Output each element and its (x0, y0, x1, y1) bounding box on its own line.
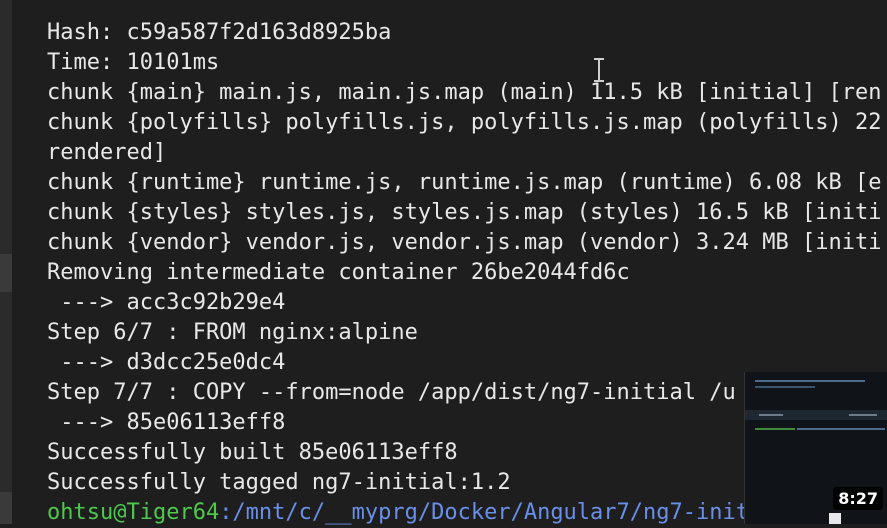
terminal-line: chunk {vendor} vendor.js, vendor.js.map … (47, 230, 882, 255)
left-gutter (0, 0, 12, 524)
terminal-line: ---> acc3c92b29e4 (47, 290, 286, 315)
terminal-line: Step 6/7 : FROM nginx:alpine (47, 320, 418, 345)
terminal-cursor (829, 513, 841, 524)
gutter-marker (0, 492, 12, 524)
ibeam-cursor-icon (594, 58, 604, 82)
terminal-line: Removing intermediate container 26be2044… (47, 260, 630, 285)
terminal-line: Hash: c59a587f2d163d8925ba (47, 20, 392, 45)
terminal-line: chunk {runtime} runtime.js, runtime.js.m… (47, 170, 882, 195)
prompt-path: :/mnt/c/__myprg/Docker/Angular7/ng7-init… (219, 500, 802, 525)
terminal-line: Time: 10101ms (47, 50, 220, 75)
terminal-line: rendered] (47, 140, 167, 165)
prompt-user-host: ohtsu@Tiger64 (47, 500, 220, 525)
terminal-line: chunk {main} main.js, main.js.map (main)… (47, 80, 882, 105)
terminal-line: chunk {polyfills} polyfills.js, polyfill… (47, 110, 882, 135)
terminal-line: chunk {styles} styles.js, styles.js.map … (47, 200, 882, 225)
video-timestamp-badge: 8:27 (833, 487, 883, 510)
gutter-marker (0, 254, 12, 292)
